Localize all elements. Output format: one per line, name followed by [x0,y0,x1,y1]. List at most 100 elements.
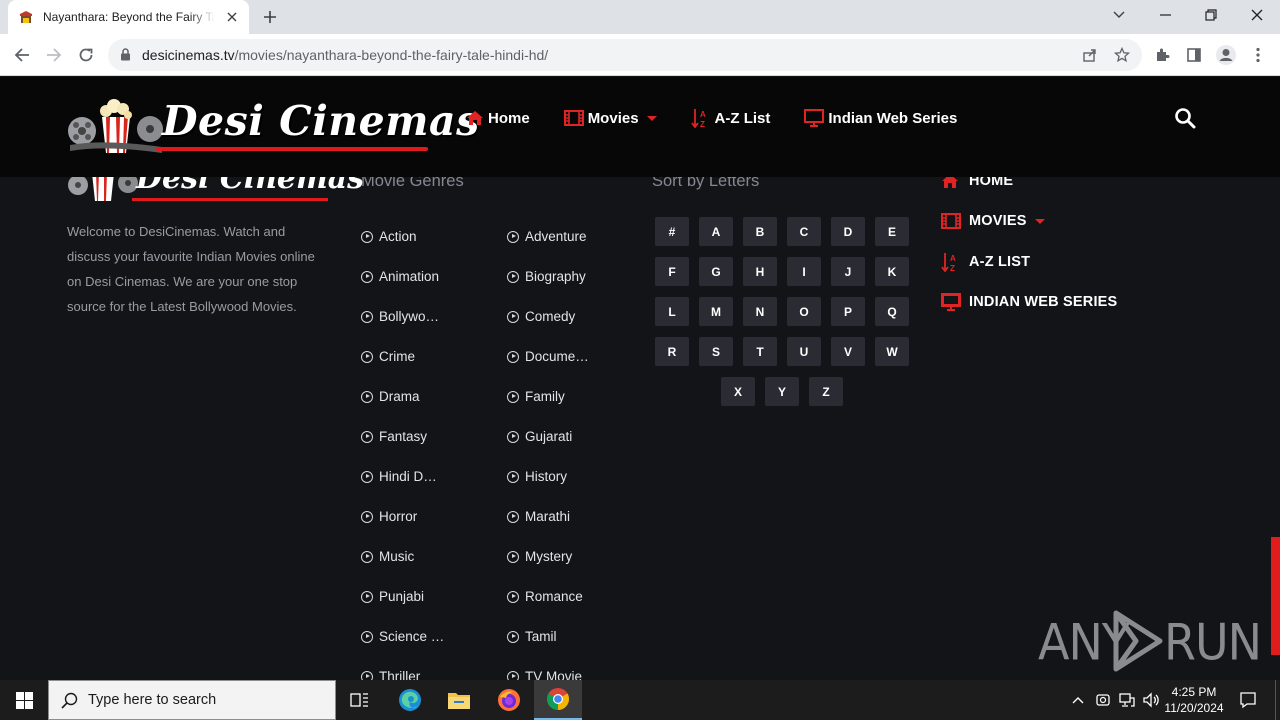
letter-button[interactable]: R [655,337,689,366]
footer-menu-home[interactable]: HOME [941,177,1013,189]
letter-button[interactable]: M [699,297,733,326]
chrome-menu-icon[interactable] [1246,43,1270,67]
extensions-icon[interactable] [1150,43,1174,67]
letter-button[interactable]: D [831,217,865,246]
genre-link[interactable]: Bollywo… [361,309,439,324]
footer-logo[interactable]: Desi Cinemas [66,177,364,207]
letter-button[interactable]: H [743,257,777,286]
letter-button[interactable]: W [875,337,909,366]
letter-button[interactable]: V [831,337,865,366]
windows-start-button[interactable] [0,680,48,720]
letter-button[interactable]: Y [765,377,799,406]
letter-button[interactable]: X [721,377,755,406]
firefox-taskbar-icon[interactable] [485,680,533,720]
genre-link[interactable]: Animation [361,269,439,284]
profile-avatar-icon[interactable] [1214,43,1238,67]
letter-button[interactable]: F [655,257,689,286]
genre-link[interactable]: Punjabi [361,589,424,604]
forward-button[interactable] [40,41,68,69]
letter-button[interactable]: T [743,337,777,366]
letter-button[interactable]: G [699,257,733,286]
minimize-button[interactable] [1142,0,1188,30]
side-panel-icon[interactable] [1182,43,1206,67]
letter-button[interactable]: E [875,217,909,246]
nav-az-list[interactable]: AZ A-Z List [690,107,770,129]
task-view-button[interactable] [336,680,384,720]
genre-link[interactable]: Thriller [361,669,420,680]
letter-button[interactable]: K [875,257,909,286]
genre-link[interactable]: Marathi [507,509,570,524]
nav-home[interactable]: Home [466,107,530,129]
restore-button[interactable] [1188,0,1234,30]
letter-button[interactable]: C [787,217,821,246]
genre-link[interactable]: TV Movie [507,669,582,680]
letter-button[interactable]: A [699,217,733,246]
footer-menu-az-list[interactable]: AZ A-Z LIST [941,252,1030,272]
back-button[interactable] [8,41,36,69]
genre-label: Bollywo… [379,309,440,324]
site-logo[interactable]: Desi Cinemas [66,95,479,157]
address-bar[interactable]: desicinemas.tv/movies/nayanthara-beyond-… [108,39,1142,71]
footer-menu-web-series[interactable]: INDIAN WEB SERIES [941,293,1117,311]
genre-link[interactable]: Gujarati [507,429,572,444]
tab-search-icon[interactable] [1096,0,1142,30]
bookmark-star-icon[interactable] [1112,45,1132,65]
share-icon[interactable] [1080,45,1100,65]
letter-button[interactable]: O [787,297,821,326]
genre-link[interactable]: Fantasy [361,429,427,444]
search-icon[interactable] [1174,107,1198,131]
letter-button[interactable]: N [743,297,777,326]
close-window-button[interactable] [1234,0,1280,30]
genre-link[interactable]: Romance [507,589,583,604]
edge-taskbar-icon[interactable] [386,680,434,720]
letter-button[interactable]: P [831,297,865,326]
letter-button[interactable]: B [743,217,777,246]
new-tab-button[interactable] [259,6,281,28]
letter-button[interactable]: J [831,257,865,286]
reload-button[interactable] [72,41,100,69]
show-desktop-button[interactable] [1275,680,1280,720]
letter-button[interactable]: Z [809,377,843,406]
letter-button[interactable]: # [655,217,689,246]
genre-link[interactable]: Family [507,389,565,404]
letter-button[interactable]: S [699,337,733,366]
genre-link[interactable]: Hindi D… [361,469,437,484]
scroll-indicator[interactable] [1271,537,1280,655]
svg-text:Z: Z [950,264,955,272]
footer-menu-movies[interactable]: MOVIES [941,213,1045,229]
genre-link[interactable]: History [507,469,567,484]
genre-link[interactable]: Drama [361,389,420,404]
genre-link[interactable]: Music [361,549,414,564]
meet-now-icon[interactable] [1092,680,1114,720]
file-explorer-taskbar-icon[interactable] [435,680,483,720]
genre-link[interactable]: Mystery [507,549,572,564]
chrome-taskbar-icon[interactable] [534,680,582,720]
genre-link[interactable]: Biography [507,269,586,284]
genre-label: Mystery [525,549,573,564]
browser-tab[interactable]: Nayanthara: Beyond the Fairy Tale Hindi … [8,0,249,34]
taskbar-search-box[interactable]: Type here to search [48,680,336,720]
genre-link[interactable]: Crime [361,349,415,364]
close-tab-icon[interactable] [223,8,241,26]
genre-link[interactable]: Science … [361,629,444,644]
sort-az-icon: AZ [941,252,961,272]
site-footer: Desi Cinemas Welcome to DesiCinemas. Wat… [0,177,1280,680]
url-text: desicinemas.tv/movies/nayanthara-beyond-… [142,47,549,63]
letter-button[interactable]: L [655,297,689,326]
nav-web-series[interactable]: Indian Web Series [804,107,957,129]
genre-link[interactable]: Tamil [507,629,557,644]
letter-button[interactable]: Q [875,297,909,326]
taskbar-clock[interactable]: 4:25 PM 11/20/2024 [1158,684,1230,716]
letter-button[interactable]: I [787,257,821,286]
genre-link[interactable]: Adventure [507,229,587,244]
genre-link[interactable]: Horror [361,509,417,524]
genre-link[interactable]: Comedy [507,309,575,324]
notifications-icon[interactable] [1234,680,1262,720]
letter-button[interactable]: U [787,337,821,366]
genre-link[interactable]: Docume… [507,349,589,364]
genre-label: Action [379,229,417,244]
genre-link[interactable]: Action [361,229,417,244]
tray-overflow-chevron-icon[interactable] [1068,680,1088,720]
nav-movies[interactable]: Movies [563,107,657,129]
network-icon[interactable] [1116,680,1138,720]
